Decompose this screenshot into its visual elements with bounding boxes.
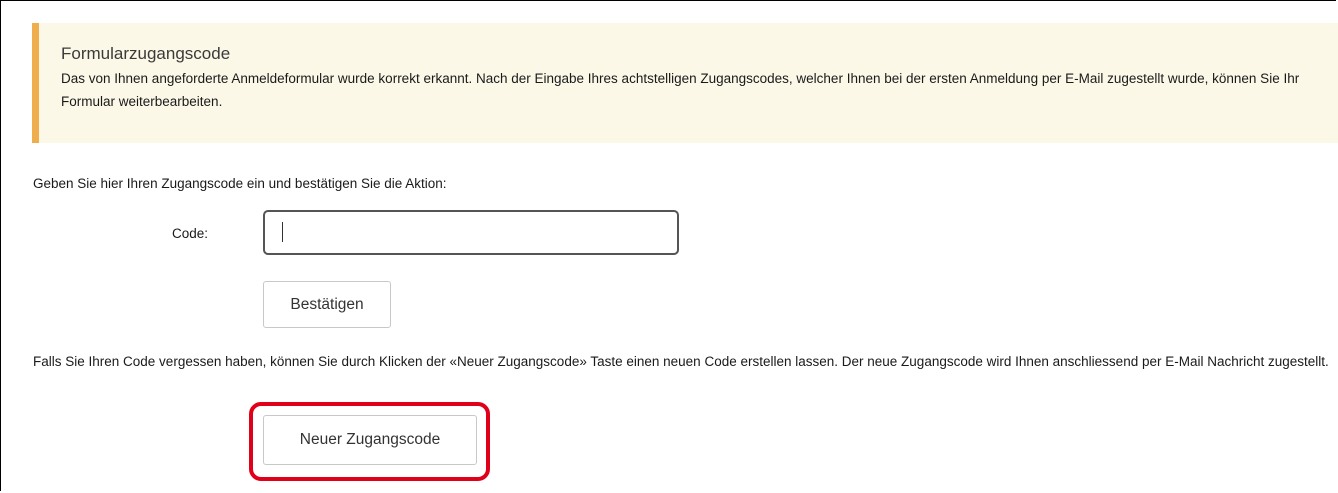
info-notice: Formularzugangscode Das von Ihnen angefo… [32,23,1338,143]
new-code-button[interactable]: Neuer Zugangscode [263,415,477,465]
notice-title: Formularzugangscode [61,44,231,63]
code-instruction: Geben Sie hier Ihren Zugangscode ein und… [33,176,447,191]
code-label: Code: [172,226,209,241]
notice-text: Das von Ihnen angeforderte Anmeldeformul… [61,71,1300,109]
confirm-button[interactable]: Bestätigen [263,281,391,328]
forgot-code-text: Falls Sie Ihren Code vergessen haben, kö… [33,354,1329,369]
text-caret [282,222,283,242]
code-input[interactable] [263,210,679,255]
notice-accent-bar [32,23,39,143]
